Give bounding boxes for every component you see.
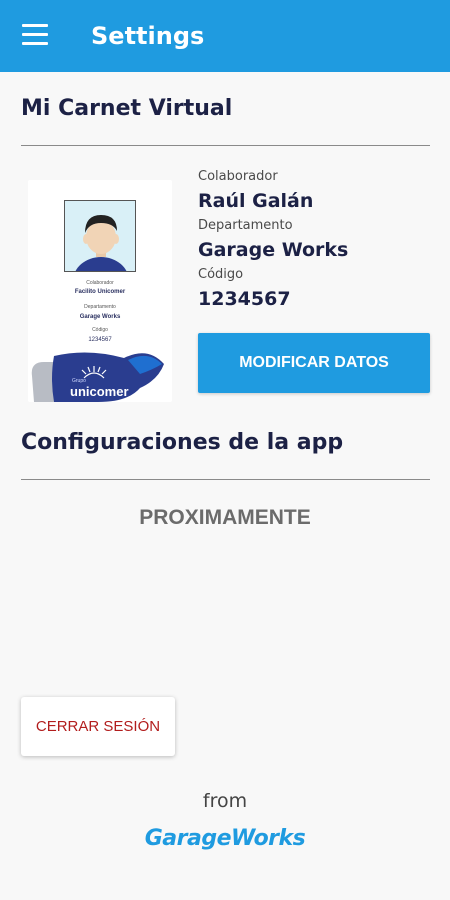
logout-button[interactable]: CERRAR SESIÓN (21, 697, 175, 756)
avatar (64, 200, 136, 272)
footer-from-text: from (202, 790, 248, 812)
code-label: Código (198, 267, 244, 282)
page-title: Settings (91, 22, 205, 50)
divider (21, 479, 430, 480)
card-code-value: 1234567 (88, 337, 112, 343)
app-bar: Settings (0, 0, 450, 72)
garage-works-logo: GarageWorks (144, 826, 306, 851)
card-collaborator-label: Colaborador (86, 280, 114, 286)
department-label: Departamento (198, 218, 293, 233)
carnet-section-title: Mi Carnet Virtual (21, 96, 233, 121)
virtual-id-card: Colaborador Facilito Unicomer Departamen… (28, 180, 172, 402)
modify-data-button[interactable]: MODIFICAR DATOS (198, 333, 430, 393)
card-department-name: Garage Works (79, 314, 121, 320)
card-brand-logo: unicomer (70, 384, 129, 399)
card-code-label: Código (92, 327, 108, 333)
card-department-label: Departamento (84, 304, 116, 310)
app-config-section-title: Configuraciones de la app (21, 430, 344, 455)
divider (21, 145, 430, 146)
collaborator-label: Colaborador (198, 169, 278, 184)
code-value: 1234567 (198, 288, 291, 310)
department-value: Garage Works (198, 239, 349, 261)
card-collaborator-name: Facilito Unicomer (74, 289, 126, 295)
hamburger-menu-icon[interactable] (22, 24, 48, 46)
collaborator-value: Raúl Galán (198, 190, 314, 212)
coming-soon-text: PROXIMAMENTE (139, 506, 311, 529)
